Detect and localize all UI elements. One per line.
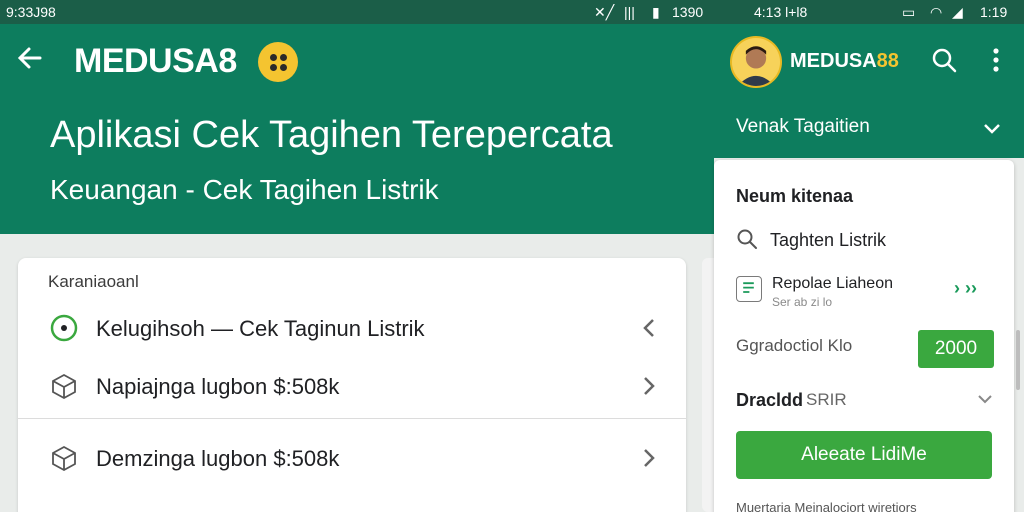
radio-dot-icon [50, 314, 78, 342]
provider-title[interactable]: Repolae Liaheon [772, 275, 893, 293]
dropdown-label: Dracldd [736, 390, 804, 410]
status-bar: 9:33J98 ✕╱ ||| ▮ 1390 4:13 l+l8 ▭ ◠ ◢ 1:… [0, 0, 1024, 24]
list-item-label: Demzinga lugbon $:508k [96, 446, 340, 471]
sim-icon: ||| [624, 4, 635, 20]
back-arrow-icon[interactable] [14, 42, 46, 74]
search-icon [737, 229, 757, 249]
brand-dots-icon [258, 42, 298, 82]
list-item-label: Kelugihsoh — Cek Taginun Listrik [96, 316, 425, 341]
signal-icon: ✕╱ [594, 4, 615, 20]
bill-check-panel: Neum kitenaa Taghten Listrik Repolae Lia… [714, 160, 1014, 512]
battery-icon: ▮ [652, 4, 660, 20]
status-time-left: 9:33J98 [6, 4, 56, 20]
more-vert-icon[interactable] [986, 46, 1006, 74]
forward-arrows-icon[interactable]: › ›› [954, 278, 977, 299]
amount-field[interactable]: 2000 [918, 330, 994, 368]
chevron-right-icon [644, 449, 655, 467]
status-time-right: 4:13 l+l8 [754, 4, 808, 20]
cell-icon: ◢ [952, 4, 963, 20]
chevron-down-icon[interactable] [980, 116, 1004, 140]
status-mid-text: 1390 [672, 4, 704, 20]
box-icon [52, 373, 76, 400]
list-item-napiajnga[interactable]: Napiajnga lugbon $:508k [18, 356, 686, 416]
receipt-icon [736, 276, 762, 302]
submit-button[interactable]: Aleeate LidiMe [736, 431, 992, 479]
panel-title: Neum kitenaa [736, 186, 854, 206]
list-item-demzinga[interactable]: Demzinga lugbon $:508k [18, 428, 686, 488]
brand-logo-text: MEDUSA8 [74, 42, 237, 80]
list-item-cek-tagihan[interactable]: Kelugihsoh — Cek Taginun Listrik [18, 298, 686, 358]
scrollbar[interactable] [1016, 330, 1020, 390]
dropdown-value[interactable]: SRIR [806, 390, 847, 410]
bill-type-select[interactable]: Venak Tagaitien [736, 116, 870, 138]
card-label: Karaniaoanl [48, 272, 139, 291]
right-brand-logo: MEDUSA88 [790, 50, 899, 72]
app-header: MEDUSA8 Aplikasi Cek Tagihen Terepercata… [0, 24, 714, 234]
box-icon [52, 445, 76, 472]
chevron-down-icon[interactable] [976, 390, 994, 408]
search-input[interactable]: Taghten Listrik [770, 230, 886, 251]
footer-text: Muertaria Meinalociort wiretiors [736, 500, 917, 512]
avatar[interactable] [730, 36, 782, 88]
status-battery-text: 1:19 [980, 4, 1008, 20]
amount-label: Ggradoctiol Klo [736, 336, 853, 355]
page-title: Aplikasi Cek Tagihen Terepercata [50, 114, 613, 156]
divider [18, 418, 686, 419]
search-icon[interactable] [930, 46, 958, 74]
chevron-left-icon [643, 319, 654, 337]
page-subtitle: Keuangan - Cek Tagihen Listrik [50, 174, 439, 205]
chevron-right-icon [644, 377, 655, 395]
background-card-edge [702, 258, 714, 512]
options-card: Karaniaoanl Kelugihsoh — Cek Taginun Lis… [18, 258, 686, 512]
cast-icon: ▭ [902, 4, 916, 20]
right-app-header: MEDUSA88 Venak Tagaitien [714, 24, 1024, 158]
wifi-icon: ◠ [930, 4, 943, 20]
provider-subtitle: Ser ab zi lo [772, 295, 833, 309]
list-item-label: Napiajnga lugbon $:508k [96, 374, 340, 399]
